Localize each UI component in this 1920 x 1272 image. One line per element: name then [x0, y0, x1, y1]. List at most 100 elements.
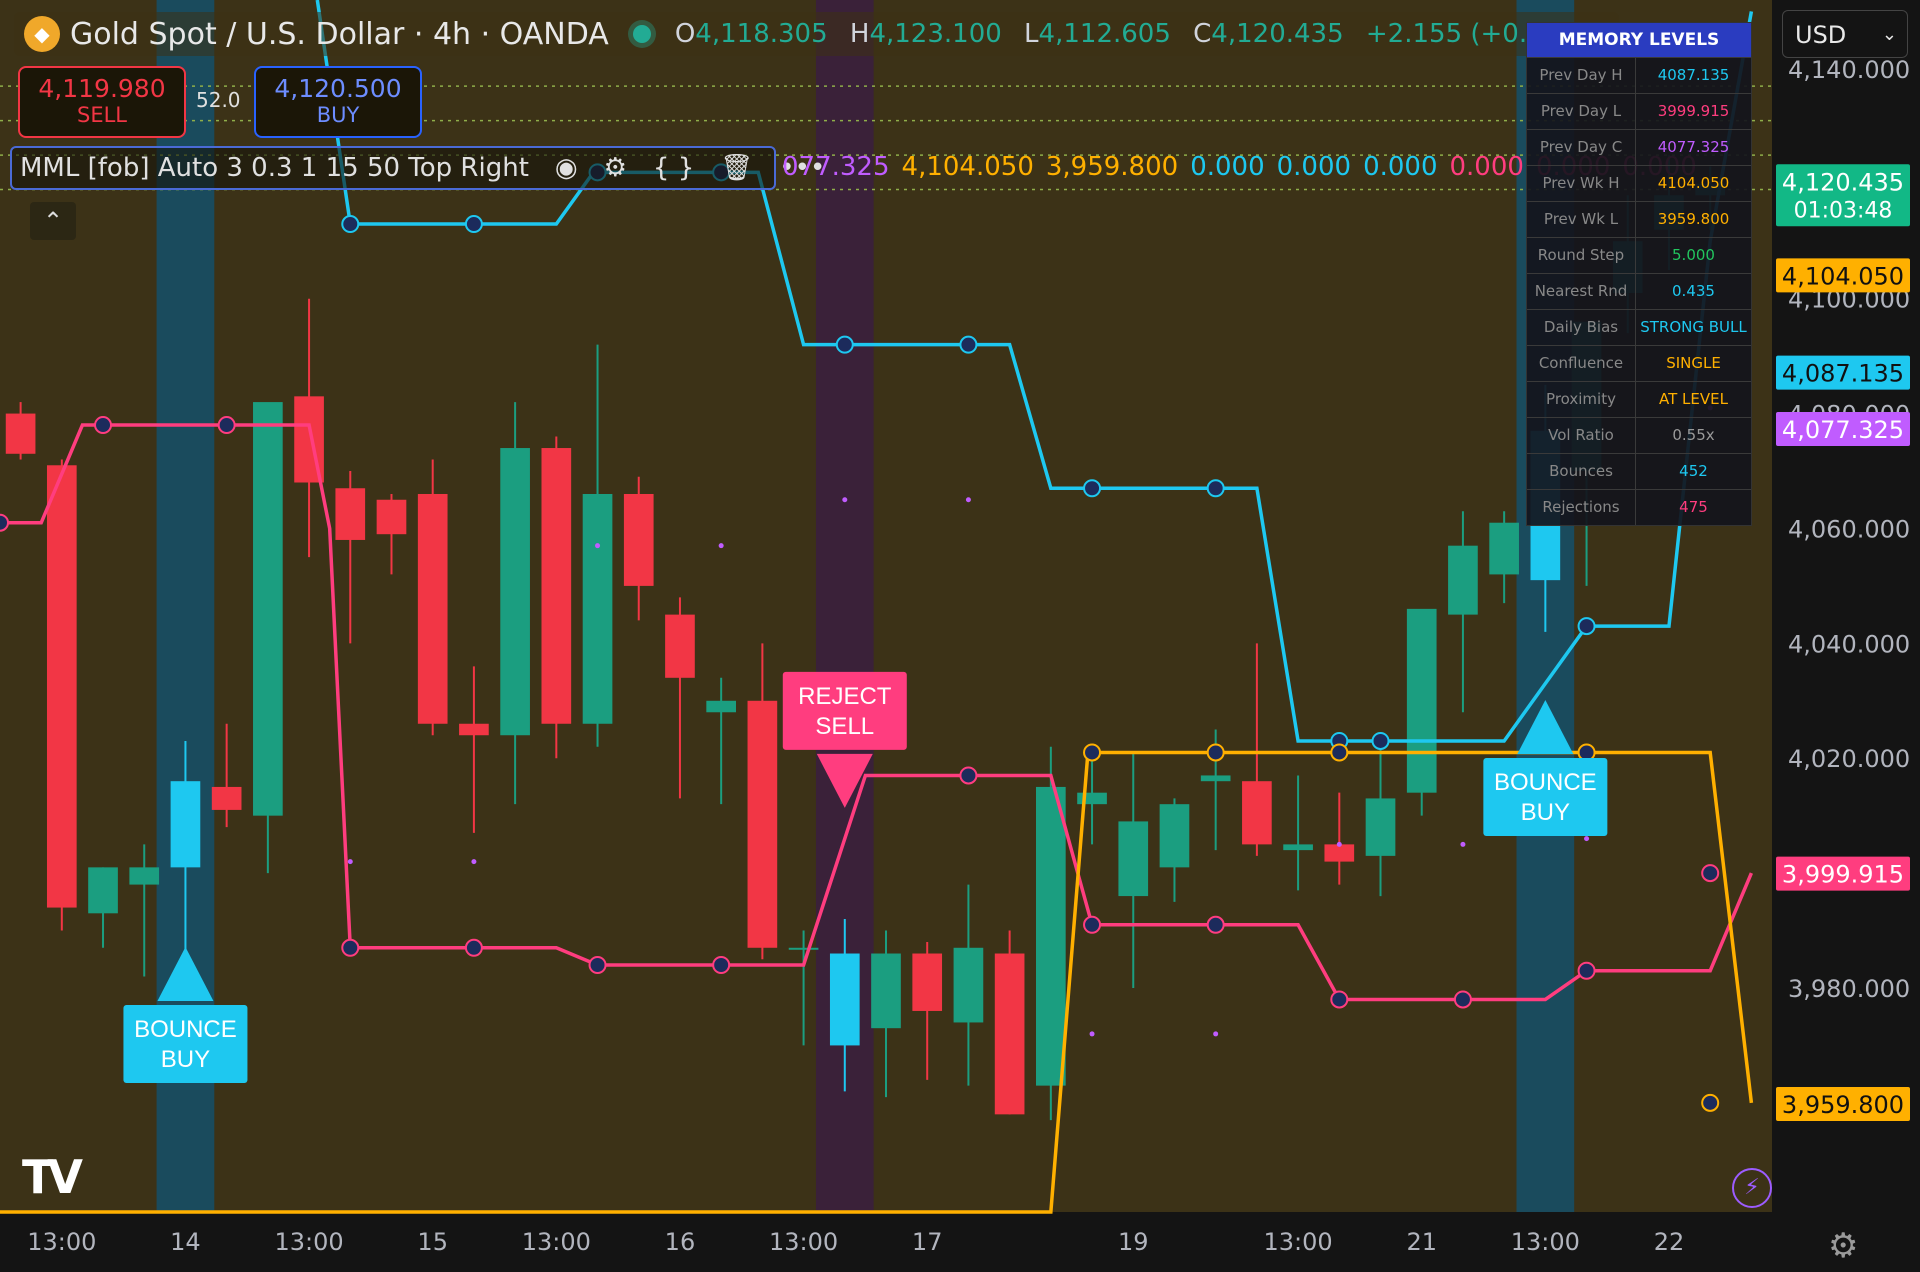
candle-body — [1200, 775, 1231, 782]
price-tag-label: 3,999.915 — [1782, 861, 1904, 889]
delete-icon[interactable]: 🗑 — [720, 153, 753, 183]
indicator-legend[interactable]: MML [fob] Auto 3 0.3 1 15 50 Top Right ◉… — [10, 146, 825, 190]
spread-value: 52.0 — [196, 88, 241, 112]
price-tag-label: 3,959.800 — [1782, 1091, 1904, 1119]
x-tick-label: 19 — [1118, 1228, 1149, 1256]
memory-key: Round Step — [1527, 238, 1636, 273]
level-marker — [1083, 743, 1102, 762]
level-marker — [1701, 1093, 1720, 1112]
signal-label: REJECT — [798, 683, 892, 710]
indicator-value: 3,959.800 — [1045, 152, 1179, 182]
candle-body — [623, 493, 654, 586]
candle-body — [1365, 798, 1396, 856]
y-tick-label: 4,140.000 — [1788, 56, 1910, 84]
y-tick-label: 4,040.000 — [1788, 630, 1910, 658]
memory-value: AT LEVEL — [1659, 390, 1728, 408]
level-dot — [347, 859, 353, 865]
level-marker — [712, 956, 731, 975]
price-tag-label: 4,104.050 — [1782, 262, 1904, 290]
level-marker — [1453, 990, 1472, 1009]
gold-coin-icon: ◆ — [24, 16, 60, 52]
candle-body — [541, 448, 572, 724]
level-marker — [959, 335, 978, 354]
x-tick-label: 13:00 — [1511, 1228, 1580, 1256]
x-tick-label: 13:00 — [274, 1228, 343, 1256]
level-dot — [1089, 1031, 1095, 1037]
indicator-value: 0.000 — [1276, 152, 1352, 182]
level-marker — [464, 215, 483, 234]
ohlc-readout: O4,118.305 H4,123.100 L4,112.605 C4,120.… — [674, 19, 1596, 49]
indicator-value: 0.000 — [1190, 152, 1265, 182]
level-dot — [842, 497, 848, 503]
candle-body — [1489, 522, 1519, 575]
memory-key: Prev Wk L — [1527, 202, 1636, 237]
signal-label: BUY — [161, 1046, 210, 1073]
memory-row: Round Step 5.000 — [1527, 237, 1751, 273]
level-marker — [341, 938, 360, 957]
memory-row: Prev Day H 4087.135 — [1527, 57, 1751, 93]
candle-body — [871, 953, 901, 1029]
candle-body — [1036, 786, 1066, 1086]
memory-row: Prev Wk L 3959.800 — [1527, 201, 1751, 237]
memory-value: 0.55x — [1672, 426, 1715, 444]
memory-key: Bounces — [1527, 454, 1636, 489]
memory-key: Confluence — [1527, 346, 1636, 381]
memory-levels-table: MEMORY LEVELS Prev Day H 4087.135 Prev Day… — [1526, 22, 1752, 526]
memory-value: 4104.050 — [1657, 174, 1730, 192]
memory-key: Prev Wk H — [1527, 166, 1636, 201]
market-open-indicator — [632, 25, 651, 43]
chevron-up-icon[interactable]: ⌃ — [30, 202, 76, 240]
gear-icon[interactable]: ⚙ — [1828, 1226, 1858, 1266]
level-marker — [217, 416, 236, 435]
source-code-icon[interactable]: { } — [653, 153, 694, 183]
candle-body — [1242, 781, 1272, 845]
x-tick-label: 16 — [665, 1228, 696, 1256]
candle-body — [1159, 804, 1190, 868]
y-tick-label: 3,980.000 — [1788, 975, 1910, 1003]
candle-body — [253, 402, 283, 816]
candle-body — [88, 867, 118, 914]
level-marker — [341, 215, 360, 234]
buy-button[interactable]: 4,120.500 BUY — [254, 66, 422, 138]
lightning-icon[interactable]: ⚡ — [1732, 1168, 1772, 1208]
candle-body — [1118, 821, 1149, 897]
memory-value: STRONG BULL — [1640, 318, 1747, 336]
candle-body — [417, 493, 448, 724]
y-tick-label: 4,060.000 — [1788, 515, 1910, 543]
candle-body — [129, 867, 160, 885]
x-tick-label: 14 — [170, 1228, 201, 1256]
memory-key: Daily Bias — [1527, 310, 1636, 345]
level-dot — [718, 543, 724, 549]
candle-body — [1324, 844, 1355, 862]
currency-select[interactable]: USD ⌄ — [1782, 10, 1908, 58]
x-tick-label: 13:00 — [27, 1228, 96, 1256]
candle-body — [582, 493, 613, 724]
symbol-title[interactable]: Gold Spot / U.S. Dollar · 4h · OANDA — [70, 17, 609, 52]
memory-key: Rejections — [1527, 490, 1636, 525]
memory-key: Proximity — [1527, 382, 1636, 417]
close-value: 4,120.435 — [1211, 19, 1344, 49]
level-marker — [1330, 990, 1349, 1009]
x-tick-label: 22 — [1654, 1228, 1685, 1256]
level-marker — [1577, 961, 1596, 980]
buy-price: 4,120.500 — [274, 74, 402, 103]
price-tag-label: 4,120.435 — [1782, 168, 1904, 196]
x-tick-label: 13:00 — [522, 1228, 591, 1256]
eye-icon[interactable]: ◉ — [555, 153, 578, 183]
indicator-value: 0.000 — [1449, 152, 1524, 182]
memory-key: Vol Ratio — [1527, 418, 1636, 453]
x-tick-label: 21 — [1406, 1228, 1437, 1256]
level-marker — [959, 766, 978, 785]
x-tick-label: 15 — [417, 1228, 448, 1256]
candle-body — [788, 947, 819, 950]
level-marker — [94, 416, 113, 435]
level-marker — [835, 335, 854, 354]
sell-button[interactable]: 4,119.980 SELL — [18, 66, 186, 138]
time-axis-background — [0, 1212, 1772, 1272]
level-dot — [1213, 1031, 1219, 1037]
y-tick-label: 4,020.000 — [1788, 745, 1910, 773]
price-tag-label: 4,087.135 — [1782, 360, 1904, 388]
candle-body — [335, 488, 366, 540]
settings-icon[interactable]: ⚙ — [604, 153, 627, 183]
level-dot — [471, 859, 477, 865]
